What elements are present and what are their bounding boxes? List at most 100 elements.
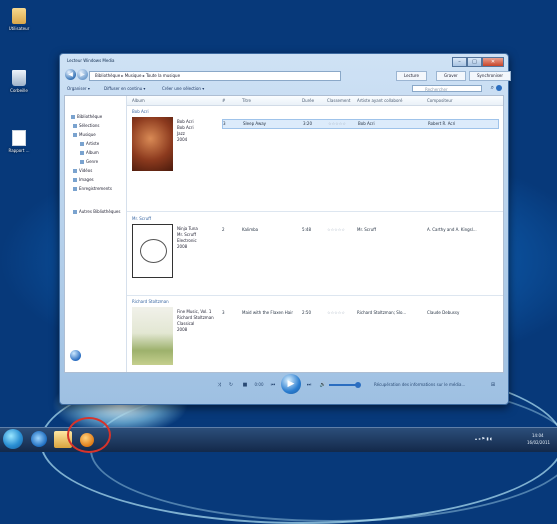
column-duration[interactable]: Durée — [302, 98, 314, 103]
rating-stars[interactable]: ☆☆☆☆☆ — [327, 227, 345, 232]
nav-label: Artiste — [86, 141, 100, 146]
start-button[interactable] — [3, 429, 23, 449]
close-button[interactable]: ✕ — [482, 57, 504, 67]
tab-sync[interactable]: Synchroniser — [469, 71, 512, 81]
nav-label: Autres Bibliothèques — [79, 209, 121, 214]
track-title: Kalimba — [242, 227, 259, 232]
genre-icon — [80, 160, 84, 164]
nav-label: Genre — [86, 159, 99, 164]
desktop-icon-doc[interactable]: Rapport ... — [5, 130, 33, 153]
album-group: Bob Acri Bob Acri Bob Acri Jazz 2004 3 S… — [127, 107, 503, 183]
switch-to-now-playing-icon[interactable]: ⊞ — [488, 380, 498, 390]
rating-stars[interactable]: ☆☆☆☆☆ — [328, 121, 346, 126]
rating-stars[interactable]: ☆☆☆☆☆ — [327, 310, 345, 315]
search-input[interactable]: Rechercher — [412, 85, 482, 92]
track-duration: 3:20 — [303, 121, 312, 126]
track-composer: Robert R. Acri — [428, 121, 456, 126]
clock-date[interactable]: 16/02/2011 — [527, 440, 550, 445]
volume-icon[interactable]: 🔊 — [318, 380, 328, 390]
nav-playlists[interactable]: Sélections — [73, 123, 100, 128]
album-art[interactable] — [132, 307, 173, 365]
clock-time[interactable]: 14:04 — [532, 433, 544, 438]
nav-videos[interactable]: Vidéos — [73, 168, 92, 173]
column-number[interactable]: # — [222, 98, 225, 103]
volume-thumb[interactable] — [355, 382, 361, 388]
track-row[interactable]: 3 Maid with the Flaxen Hair 2:50 ☆☆☆☆☆ R… — [222, 309, 499, 317]
maximize-button[interactable]: □ — [467, 57, 482, 67]
media-guide-icon[interactable] — [70, 350, 81, 361]
group-artist: Mr. Scruff — [132, 216, 151, 221]
other-libraries-icon — [73, 210, 77, 214]
album-group: Mr. Scruff Ninja Tuna Mr. Scruff Electro… — [127, 214, 503, 294]
group-artist: Richard Stoltzman — [132, 299, 169, 304]
column-title[interactable]: Titre — [242, 98, 251, 103]
artist-icon — [80, 142, 84, 146]
language-indicator[interactable]: ▴ ◂ ⚑ ▮ ◖ — [475, 436, 492, 441]
command-bar: Organiser ▾ Diffuser en continu ▾ Créer … — [64, 84, 504, 94]
album-art[interactable] — [132, 117, 173, 171]
column-album[interactable]: Album — [132, 98, 145, 103]
previous-button[interactable]: ⏮ — [267, 380, 279, 390]
column-composer[interactable]: Compositeur — [427, 98, 453, 103]
track-composer: Claude Debussy — [427, 310, 460, 315]
nav-label: Album — [86, 150, 99, 155]
help-icon[interactable] — [496, 85, 502, 91]
desktop-icon-user[interactable]: Utilisateur — [5, 8, 33, 31]
nav-genre[interactable]: Genre — [80, 159, 98, 164]
address-bar: ◀ ▶ Bibliothèque ▸ Musique ▸ Toute la mu… — [64, 69, 512, 83]
nav-label: Enregistrements — [79, 186, 112, 191]
album-year: 2008 — [177, 327, 188, 332]
divider — [127, 211, 503, 212]
album-group: Richard Stoltzman Fine Music, Vol. 1 Ric… — [127, 297, 503, 371]
tab-burn[interactable]: Graver — [436, 71, 466, 81]
track-row[interactable]: 3 Sleep Away 3:20 ☆☆☆☆☆ Bob Acri Robert … — [222, 119, 499, 129]
track-collaborator: Richard Stoltzman; Slo... — [357, 310, 407, 315]
track-duration: 2:50 — [302, 310, 311, 315]
track-title: Sleep Away — [243, 121, 267, 126]
recording-icon — [73, 187, 77, 191]
stop-button[interactable]: ■ — [240, 380, 250, 390]
track-row[interactable]: 2 Kalimba 5:48 ☆☆☆☆☆ Mr. Scruff A. Carth… — [222, 226, 499, 234]
track-collaborator: Bob Acri — [358, 121, 375, 126]
internet-explorer-icon[interactable] — [31, 431, 47, 447]
repeat-button[interactable]: ↻ — [226, 380, 236, 390]
nav-music[interactable]: Musique — [73, 132, 96, 137]
volume-slider[interactable] — [329, 382, 361, 388]
desktop-icon-recycle-bin[interactable]: Corbeille — [5, 70, 33, 93]
album-info: Fine Music, Vol. 1 Richard Stoltzman Cla… — [177, 309, 214, 333]
next-button[interactable]: ⏭ — [303, 380, 315, 390]
track-number: 3 — [223, 121, 226, 126]
nav-label: Musique — [79, 132, 96, 137]
stream-menu[interactable]: Diffuser en continu ▾ — [104, 86, 145, 91]
window-title: Lecteur Windows Media — [67, 58, 115, 63]
music-icon — [73, 133, 77, 137]
back-button[interactable]: ◀ — [65, 69, 76, 80]
nav-images[interactable]: Images — [73, 177, 94, 182]
tab-play[interactable]: Lecture — [396, 71, 427, 81]
album-icon — [80, 151, 84, 155]
album-art[interactable] — [132, 224, 173, 278]
shuffle-button[interactable]: ⤨ — [214, 380, 224, 390]
search-icon[interactable]: ⌕ — [491, 84, 494, 92]
library-icon — [71, 115, 75, 119]
title-bar[interactable]: Lecteur Windows Media – □ ✕ — [64, 57, 504, 67]
minimize-button[interactable]: – — [452, 57, 467, 67]
column-collaborating-artist[interactable]: Artiste ayant collaboré — [357, 98, 402, 103]
nav-other-libraries[interactable]: Autres Bibliothèques — [73, 209, 120, 214]
play-button[interactable]: ▶ — [281, 374, 301, 394]
user-folder-icon — [12, 8, 26, 24]
desktop-icon-label: Corbeille — [10, 88, 28, 93]
highlight-circle — [67, 417, 111, 453]
breadcrumb[interactable]: Bibliothèque ▸ Musique ▸ Toute la musiqu… — [89, 71, 341, 81]
nav-recordings[interactable]: Enregistrements — [73, 186, 112, 191]
forward-button[interactable]: ▶ — [77, 69, 88, 80]
nav-label: Sélections — [79, 123, 100, 128]
media-player-window: Lecteur Windows Media – □ ✕ ◀ ▶ Biblioth… — [59, 53, 512, 405]
column-rating[interactable]: Classement — [327, 98, 350, 103]
nav-library[interactable]: Bibliothèque — [71, 114, 102, 119]
nav-artist[interactable]: Artiste — [80, 141, 99, 146]
organize-menu[interactable]: Organiser ▾ — [67, 86, 90, 91]
nav-album[interactable]: Album — [80, 150, 99, 155]
album-info: Bob Acri Bob Acri Jazz 2004 — [177, 119, 194, 143]
create-playlist-menu[interactable]: Créer une sélection ▾ — [162, 86, 204, 91]
